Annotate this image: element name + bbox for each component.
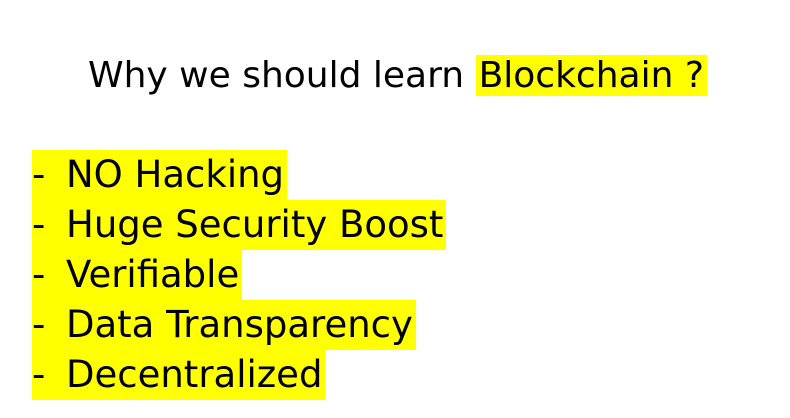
bullet-text: Decentralized	[66, 353, 323, 396]
bullet-text: Verifiable	[66, 253, 240, 296]
bullet-item-verifiable: - Verifiable	[32, 250, 446, 300]
bullet-dash: -	[32, 153, 46, 196]
bullet-highlight: - Huge Security Boost	[32, 200, 447, 250]
bullet-item-no-hacking: - NO Hacking	[32, 150, 446, 200]
bullet-highlight: - Data Transparency	[32, 300, 416, 350]
bullet-dash: -	[32, 303, 46, 346]
bullet-highlight: - Decentralized	[32, 350, 326, 400]
bullet-text: NO Hacking	[66, 153, 285, 196]
heading-highlight: Blockchain ?	[475, 55, 707, 96]
bullet-dash: -	[32, 203, 46, 246]
heading-prefix: Why we should learn	[88, 55, 465, 96]
bullet-dash: -	[32, 253, 46, 296]
bullet-dash: -	[32, 353, 46, 396]
bullet-item-data-transparency: - Data Transparency	[32, 300, 446, 350]
slide-heading: Why we should learn Blockchain ?	[88, 54, 707, 98]
bullet-item-huge-security-boost: - Huge Security Boost	[32, 200, 447, 250]
bullet-text: Huge Security Boost	[66, 203, 444, 246]
bullet-item-decentralized: - Decentralized	[32, 350, 446, 400]
bullet-highlight: - NO Hacking	[32, 150, 288, 200]
bullet-highlight: - Verifiable	[32, 250, 243, 300]
bullet-text: Data Transparency	[66, 303, 413, 346]
bullet-list: - NO Hacking - Huge Security Boost - Verifi…	[32, 150, 447, 400]
